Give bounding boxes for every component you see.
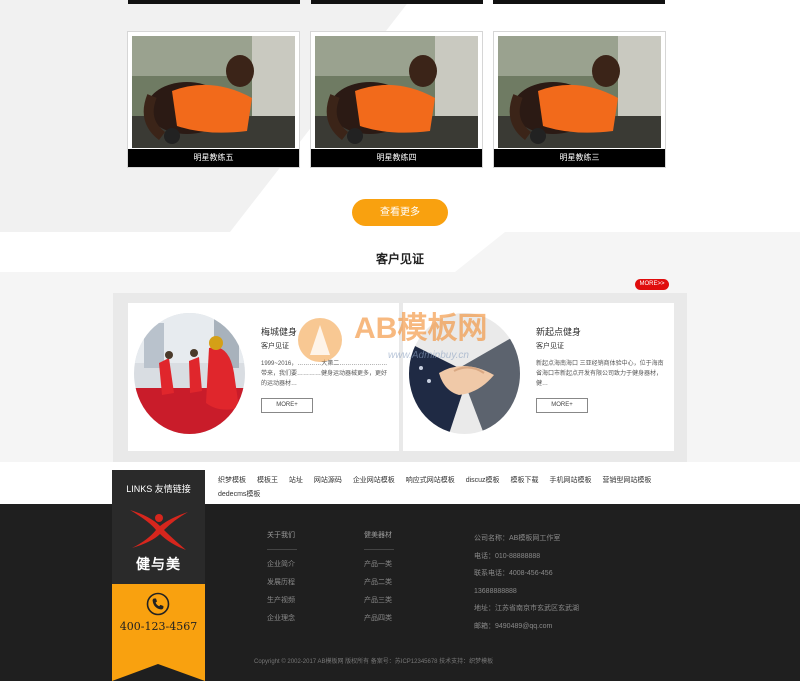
contact-line: 联系电话：4008-456-456	[474, 570, 553, 577]
coach-caption: 明星教练三	[494, 149, 665, 167]
more-link[interactable]: MORE>>	[635, 279, 669, 290]
testimonial-subtitle: 客户见证	[536, 343, 564, 350]
testimonials-section: 客户见证 MORE>> 梅城健身 客户见证 1999~2016，…………大第二……	[0, 232, 800, 462]
section-title: 客户见证	[375, 252, 424, 266]
friend-link[interactable]: discuz模板	[466, 477, 500, 484]
coach-section: 明星教练五 明星教练四 明星教练三 查看更多	[0, 0, 800, 232]
more-button[interactable]: MORE+	[536, 398, 588, 413]
friend-link[interactable]: 站址	[289, 477, 303, 484]
footer-link[interactable]: 产品四类	[364, 610, 394, 628]
friend-link[interactable]: 织梦模板	[218, 477, 246, 484]
footer-column-heading: 健美器材	[364, 532, 392, 539]
friend-link[interactable]: 模板王	[257, 477, 278, 484]
footer-column-about: 关于我们 企业简介 发展历程 生产视频 企业理念	[267, 527, 297, 628]
coach-photo	[498, 36, 661, 148]
friend-link[interactable]: 网站源码	[314, 477, 342, 484]
contact-line: 公司名称：AB模板网工作室	[474, 535, 561, 542]
contact-line: 13688888888	[474, 587, 517, 595]
previous-card-edge	[311, 0, 483, 4]
footer-link[interactable]: 企业理念	[267, 610, 297, 628]
coach-photo	[315, 36, 478, 148]
friend-link[interactable]: 企业网站模板	[353, 477, 395, 484]
footer-column-heading: 关于我们	[267, 532, 295, 539]
testimonial-text: 1999~2016，…………大第二……………………带来，我们要…………健身运动器…	[261, 361, 388, 387]
footer-link[interactable]: 企业简介	[267, 556, 297, 574]
testimonials-carousel: 梅城健身 客户见证 1999~2016，…………大第二……………………带来，我们…	[113, 293, 687, 462]
links-title: LINKS 友情链接	[126, 484, 191, 494]
friend-link[interactable]: dedecms模板	[218, 491, 260, 498]
contact-line: 邮箱：9490489@qq.com	[474, 622, 553, 630]
testimonial-photo	[134, 313, 245, 434]
footer-link[interactable]: 产品一类	[364, 556, 394, 574]
divider	[267, 549, 297, 550]
footer-link[interactable]: 产品二类	[364, 574, 394, 592]
previous-card-edge	[493, 0, 665, 4]
friend-links-list: 织梦模板 模板王 站址 网站源码 企业网站模板 响应式网站模板 discuz模板…	[218, 474, 688, 502]
phone-icon	[146, 592, 170, 616]
footer-column-equipment: 健美器材 产品一类 产品二类 产品三类 产品四类	[364, 527, 394, 628]
coach-photo	[132, 36, 295, 148]
testimonial-name: 新起点健身	[536, 327, 582, 337]
brand-panel: LINKS 友情链接 健与美 400-123-4567	[112, 470, 205, 681]
friend-link[interactable]: 模板下载	[511, 477, 539, 484]
view-more-button[interactable]: 查看更多	[352, 199, 448, 226]
friend-link[interactable]: 响应式网站模板	[406, 477, 455, 484]
brand-panel-top: LINKS 友情链接 健与美	[112, 470, 205, 584]
contact-line: 地址：江苏省南京市玄武区玄武湖	[474, 605, 579, 612]
coach-caption: 明星教练四	[311, 149, 482, 167]
contact-info: 公司名称：AB模板网工作室 电话：010-88888888 联系电话：4008-…	[474, 530, 579, 635]
more-button[interactable]: MORE+	[261, 398, 313, 413]
friend-link[interactable]: 手机网站模板	[549, 477, 591, 484]
friend-link[interactable]: 营销型网站模板	[602, 477, 651, 484]
testimonial-card[interactable]: 梅城健身 客户见证 1999~2016，…………大第二……………………带来，我们…	[128, 303, 399, 451]
brand-logo-icon	[130, 510, 188, 550]
footer-link[interactable]: 生产视频	[267, 592, 297, 610]
testimonial-photo	[409, 313, 520, 434]
coach-card[interactable]: 明星教练四	[310, 31, 483, 168]
copyright: Copyright © 2002-2017 AB模板网 版权所有 备案号：苏IC…	[254, 659, 494, 665]
footer-link[interactable]: 产品三类	[364, 592, 394, 610]
coach-card[interactable]: 明星教练五	[127, 31, 300, 168]
coach-caption: 明星教练五	[128, 149, 299, 167]
testimonial-card[interactable]: 新起点健身 客户见证 新起点海南海口 三亚经销商体验中心，位于海南省海口市新起点…	[403, 303, 674, 451]
divider	[364, 549, 394, 550]
coach-card[interactable]: 明星教练三	[493, 31, 666, 168]
testimonial-text: 新起点海南海口 三亚经销商体验中心，位于海南省海口市新起点开发有限公司致力于健身…	[536, 361, 664, 387]
brand-name: 健与美	[136, 557, 181, 573]
phone-number[interactable]: 400-123-4567	[112, 620, 205, 633]
testimonial-name: 梅城健身	[261, 327, 298, 337]
testimonial-subtitle: 客户见证	[261, 343, 289, 350]
previous-card-edge	[128, 0, 300, 4]
footer-link[interactable]: 发展历程	[267, 574, 297, 592]
contact-line: 电话：010-88888888	[474, 552, 541, 560]
